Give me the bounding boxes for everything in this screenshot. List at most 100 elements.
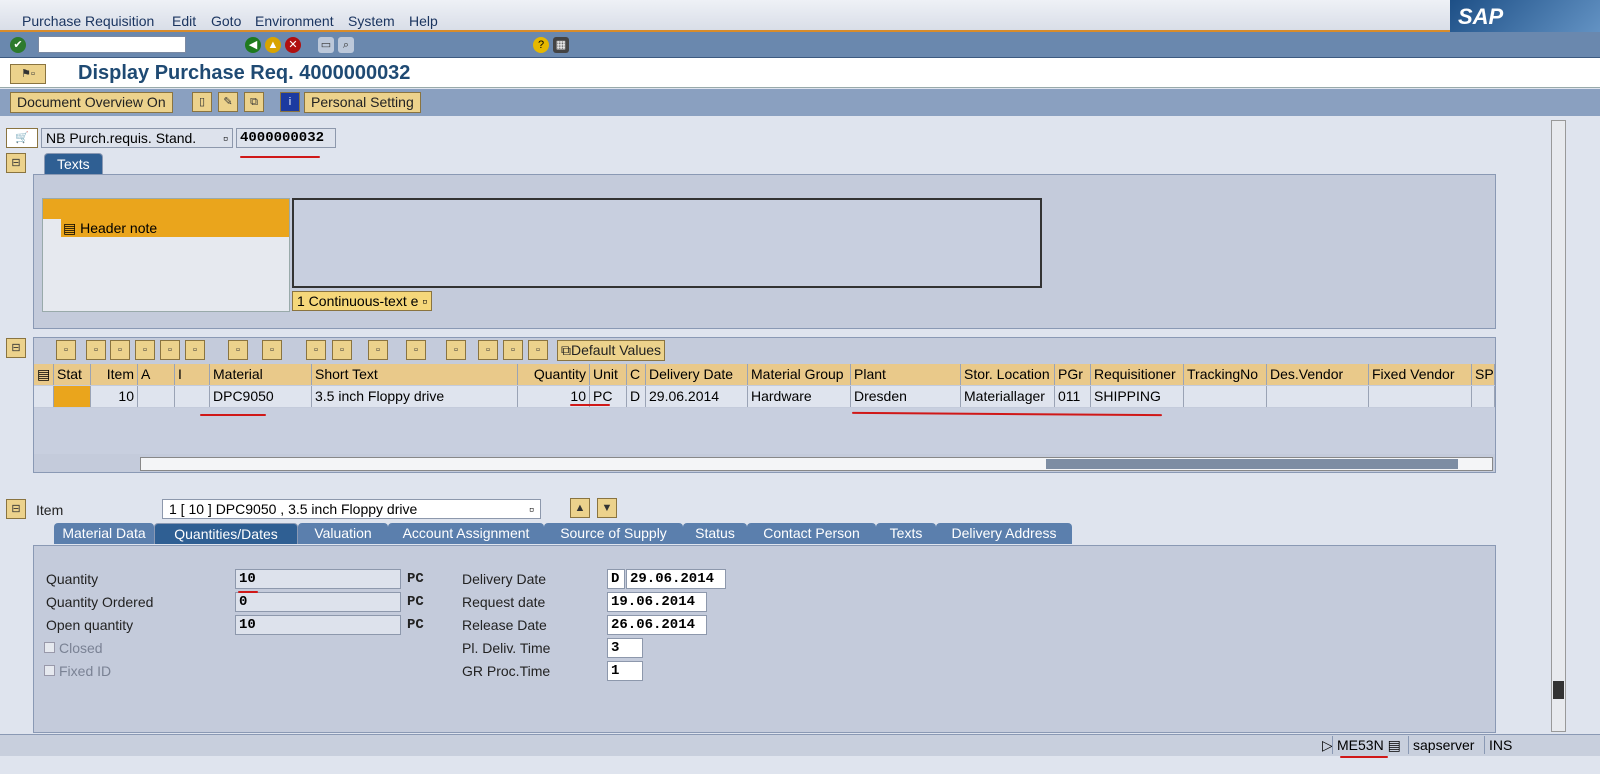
column-header-material[interactable]: Material: [210, 364, 312, 385]
field-gr-proc-time[interactable]: 1: [607, 661, 643, 681]
cell-i[interactable]: [175, 386, 210, 407]
cell-item[interactable]: 10: [91, 386, 138, 407]
tab-quantities-dates[interactable]: Quantities/Dates: [154, 523, 298, 544]
cell-requisitioner[interactable]: SHIPPING: [1091, 386, 1184, 407]
cell-trackingno[interactable]: [1184, 386, 1267, 407]
checkbox-closed[interactable]: Closed: [44, 640, 103, 656]
cell-material-group[interactable]: Hardware: [748, 386, 851, 407]
tab-valuation[interactable]: Valuation: [298, 523, 388, 544]
previous-item-icon[interactable]: ▲: [570, 498, 590, 518]
horizontal-scrollbar[interactable]: [140, 457, 1493, 471]
select-all-icon[interactable]: ▤: [34, 364, 54, 385]
field-pl-deliv-time[interactable]: 3: [607, 638, 643, 658]
tab-texts[interactable]: Texts: [876, 523, 936, 544]
text-editor[interactable]: [292, 198, 1042, 288]
column-header-trackingno[interactable]: TrackingNo: [1184, 364, 1267, 385]
column-header-a[interactable]: A: [138, 364, 175, 385]
tab-account-assignment[interactable]: Account Assignment: [388, 523, 544, 544]
services-icon[interactable]: ⚑▫: [10, 64, 46, 84]
tab-texts[interactable]: Texts: [44, 153, 103, 174]
checkbox-fixed-id[interactable]: Fixed ID: [44, 663, 111, 679]
cell-c[interactable]: D: [627, 386, 646, 407]
layout-icon[interactable]: ▦: [553, 37, 569, 53]
document-icon[interactable]: ▫: [528, 340, 548, 360]
column-header-item[interactable]: Item: [91, 364, 138, 385]
items-collapse-icon[interactable]: ⊟: [6, 338, 26, 358]
tab-material-data[interactable]: Material Data: [54, 523, 154, 544]
cell-stor-location[interactable]: Materiallager: [961, 386, 1055, 407]
cell-sp[interactable]: [1472, 386, 1495, 407]
column-header-unit[interactable]: Unit: [590, 364, 627, 385]
vertical-scrollbar[interactable]: [1551, 120, 1566, 732]
column-header-fixed-vendor[interactable]: Fixed Vendor: [1369, 364, 1472, 385]
transfer-icon[interactable]: ▫: [478, 340, 498, 360]
cell-a[interactable]: [138, 386, 175, 407]
sum-icon[interactable]: ▫: [228, 340, 248, 360]
cell-delivery-date[interactable]: 29.06.2014: [646, 386, 748, 407]
tab-delivery-address[interactable]: Delivery Address: [936, 523, 1072, 544]
column-header-stat[interactable]: Stat: [54, 364, 91, 385]
next-item-icon[interactable]: ▼: [597, 498, 617, 518]
subtotal-icon[interactable]: ▫: [262, 340, 282, 360]
change-icon[interactable]: ✎: [218, 92, 238, 112]
document-type-select[interactable]: NB Purch.requis. Stand. ▫: [41, 128, 233, 148]
cell-material[interactable]: DPC9050: [210, 386, 312, 407]
enter-icon[interactable]: ✔: [10, 37, 26, 53]
cell-fixed-vendor[interactable]: [1369, 386, 1472, 407]
cell-short-text[interactable]: 3.5 inch Floppy drive: [312, 386, 518, 407]
field-quantity-ordered[interactable]: 0: [235, 592, 401, 612]
cancel-icon[interactable]: ✕: [285, 37, 301, 53]
field-delivery-date[interactable]: 29.06.2014: [626, 569, 726, 589]
column-header-pgr[interactable]: PGr: [1055, 364, 1091, 385]
checkbox-box[interactable]: [44, 665, 55, 676]
column-header-material-group[interactable]: Material Group: [748, 364, 851, 385]
row-selector[interactable]: [34, 386, 54, 407]
menu-edit[interactable]: Edit: [172, 13, 196, 29]
compare-icon[interactable]: ▫: [503, 340, 523, 360]
tab-source-of-supply[interactable]: Source of Supply: [544, 523, 683, 544]
column-header-i[interactable]: I: [175, 364, 210, 385]
field-release-date[interactable]: 26.06.2014: [607, 615, 707, 635]
column-header-requisitioner[interactable]: Requisitioner: [1091, 364, 1184, 385]
cell-stat[interactable]: [54, 386, 91, 407]
column-header-stor-location[interactable]: Stor. Location: [961, 364, 1055, 385]
layout-icon[interactable]: ▫: [406, 340, 426, 360]
info-icon[interactable]: ▫: [446, 340, 466, 360]
print-icon[interactable]: ▫: [306, 340, 326, 360]
tab-contact-person[interactable]: Contact Person: [747, 523, 876, 544]
views-icon[interactable]: ▫: [368, 340, 388, 360]
column-header-quantity[interactable]: Quantity: [518, 364, 590, 385]
create-icon[interactable]: ▯: [192, 92, 212, 112]
default-values-button[interactable]: ⧉Default Values: [557, 340, 666, 361]
header-collapse-icon[interactable]: ⊟: [6, 153, 26, 173]
print-icon[interactable]: ▭: [318, 37, 334, 53]
item-collapse-icon[interactable]: ⊟: [6, 499, 26, 519]
personal-setting-button[interactable]: Personal Setting: [304, 92, 421, 113]
column-header-c[interactable]: C: [627, 364, 646, 385]
field-request-date[interactable]: 19.06.2014: [607, 592, 707, 612]
filter-icon[interactable]: ▫: [110, 340, 130, 360]
find-icon[interactable]: ⌕: [338, 37, 354, 53]
find-next-icon[interactable]: ▫: [160, 340, 180, 360]
text-format-select[interactable]: 1 Continuous-text e ▫: [292, 291, 433, 311]
command-field[interactable]: [38, 36, 186, 53]
menu-purchase-requisition[interactable]: Purchase Requisition: [22, 13, 154, 29]
find-icon[interactable]: ▫: [135, 340, 155, 360]
menu-goto[interactable]: Goto: [211, 13, 241, 29]
column-header-des-vendor[interactable]: Des.Vendor: [1267, 364, 1369, 385]
document-overview-button[interactable]: Document Overview On: [10, 92, 173, 113]
info-icon[interactable]: i: [280, 92, 300, 112]
cell-pgr[interactable]: 011: [1055, 386, 1091, 407]
menu-environment[interactable]: Environment: [255, 13, 334, 29]
sort-asc-icon[interactable]: ▫: [86, 340, 106, 360]
item-select[interactable]: 1 [ 10 ] DPC9050 , 3.5 inch Floppy drive…: [162, 499, 541, 519]
field-open-quantity[interactable]: 10: [235, 615, 401, 635]
date-format-field[interactable]: D: [607, 569, 625, 589]
menu-system[interactable]: System: [348, 13, 395, 29]
column-header-delivery-date[interactable]: Delivery Date: [646, 364, 748, 385]
export-icon[interactable]: ▫: [332, 340, 352, 360]
column-header-short-text[interactable]: Short Text: [312, 364, 518, 385]
help-icon[interactable]: ?: [533, 37, 549, 53]
field-quantity[interactable]: 10: [235, 569, 401, 589]
document-number-field[interactable]: 4000000032: [236, 128, 336, 148]
